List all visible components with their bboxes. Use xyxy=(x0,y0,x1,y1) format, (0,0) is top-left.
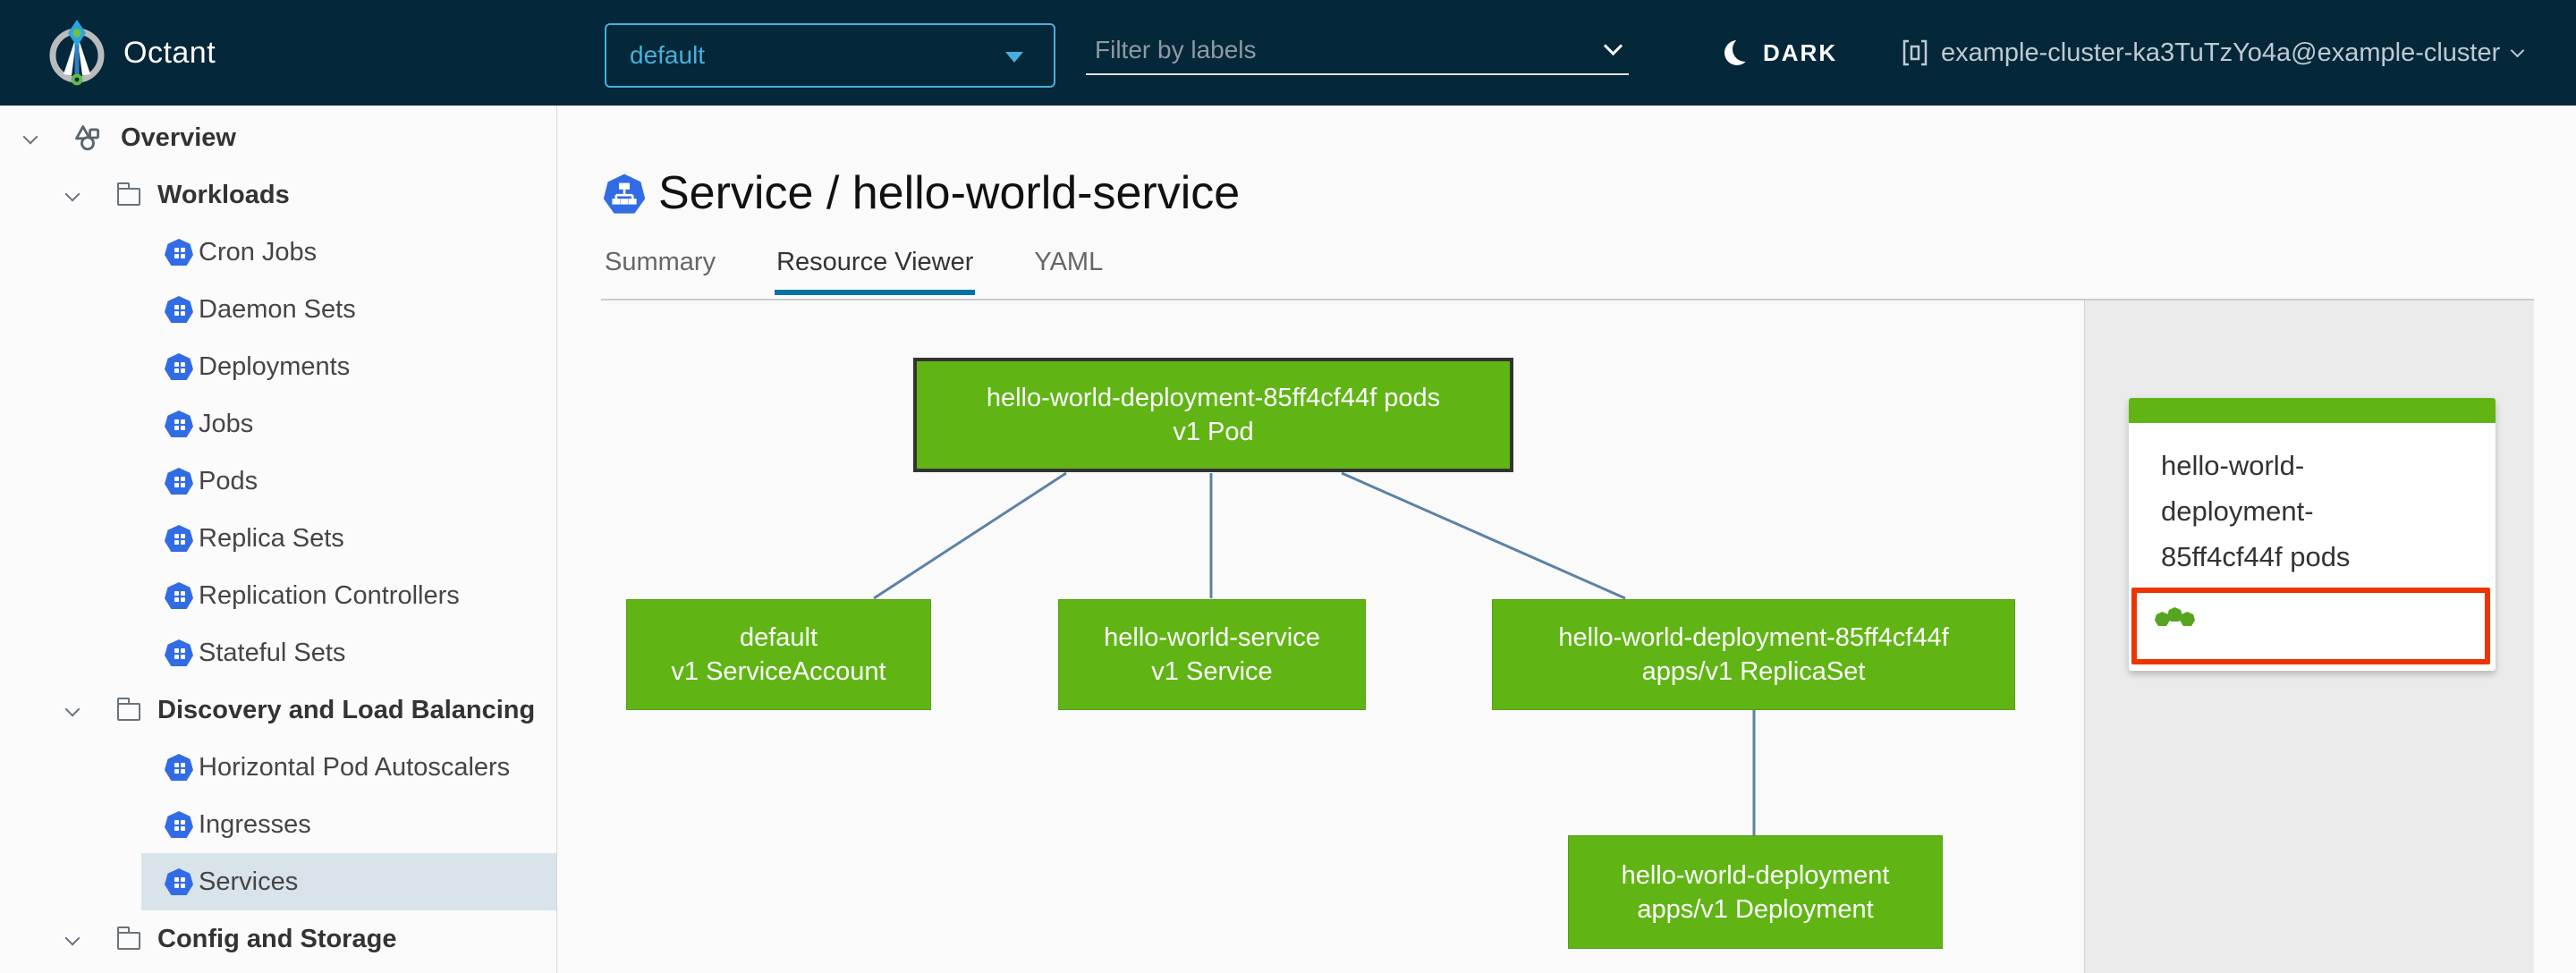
replicasets-icon xyxy=(165,525,193,552)
sidebar-item-discovery-and-load-balancing[interactable]: Discovery and Load Balancing xyxy=(0,681,556,739)
dropdown-caret-icon xyxy=(1005,52,1023,63)
sidebar-item-label: Stateful Sets xyxy=(199,638,346,667)
namespace-dropdown[interactable]: default xyxy=(605,23,1055,88)
minimap-card-title: hello-world-deployment-85ff4cf44f pods xyxy=(2161,450,2351,572)
sidebar-item-label: Workloads xyxy=(157,180,290,209)
sidebar-item-label: Discovery and Load Balancing xyxy=(157,695,536,724)
node-label-line1: hello-world-deployment-85ff4cf44f xyxy=(1558,623,1949,652)
app-title: Octant xyxy=(123,36,216,70)
graph-node-serviceaccount[interactable]: default v1 ServiceAccount xyxy=(626,599,931,710)
chevron-down-icon[interactable] xyxy=(64,930,81,948)
chevron-down-icon xyxy=(2511,43,2525,57)
services-icon xyxy=(165,868,193,895)
node-label-line1: hello-world-deployment xyxy=(1621,860,1890,890)
service-icon xyxy=(603,173,646,214)
sidebar-item-label: Jobs xyxy=(199,409,254,438)
page-title: Service / hello-world-service xyxy=(658,167,1241,219)
sidebar-item-config-and-storage[interactable]: Config and Storage xyxy=(0,910,556,968)
tab-divider xyxy=(601,299,2534,300)
sidebar-item-overview[interactable]: Overview xyxy=(0,109,556,166)
node-label-line1: default xyxy=(739,623,818,652)
horizontalpodautoscalers-icon xyxy=(165,754,193,781)
graph-overview-panel: hello-world-deployment-85ff4cf44f pods xyxy=(2084,300,2534,973)
resource-tabs: Summary Resource Viewer YAML xyxy=(605,248,1162,295)
node-label-line2: v1 Pod xyxy=(1173,418,1254,446)
graph-node-deployment[interactable]: hello-world-deployment apps/v1 Deploymen… xyxy=(1568,835,1943,949)
resource-viewer-graph: hello-world-deployment-85ff4cf44f pods v… xyxy=(557,300,2084,973)
octant-logo-icon xyxy=(49,20,105,86)
daemonsets-icon xyxy=(165,296,193,323)
sidebar-item-label: Pods xyxy=(199,466,258,495)
pod-status-dot-icon xyxy=(2155,612,2170,626)
sidebar-item-label: Config and Storage xyxy=(157,924,397,953)
theme-toggle[interactable]: DARK xyxy=(1724,0,1837,106)
minimap-card-status-bar xyxy=(2129,398,2496,423)
sidebar-item-label: Cron Jobs xyxy=(199,237,318,267)
chevron-down-icon[interactable] xyxy=(21,129,39,147)
sidebar-item-jobs[interactable]: Jobs xyxy=(0,395,556,453)
minimap-selection-highlight xyxy=(2131,588,2490,664)
chevron-down-icon[interactable] xyxy=(1603,36,1623,56)
sidebar-item-label: Deployments xyxy=(199,351,351,381)
jobs-icon xyxy=(165,410,193,437)
tab-summary[interactable]: Summary xyxy=(605,248,716,295)
sidebar-item-pods[interactable]: Pods xyxy=(0,453,556,510)
cronjobs-icon xyxy=(165,239,193,266)
chevron-down-icon[interactable] xyxy=(64,701,81,719)
chevron-down-icon[interactable] xyxy=(64,186,81,204)
replicationcontrollers-icon xyxy=(165,582,193,609)
cluster-icon xyxy=(1902,39,1928,66)
sidebar-item-label: Ingresses xyxy=(199,809,311,839)
sidebar-item-deployments[interactable]: Deployments xyxy=(0,338,556,395)
sidebar-item-label: Replica Sets xyxy=(199,523,344,553)
sidebar-item-replication-controllers[interactable]: Replication Controllers xyxy=(0,567,556,624)
tab-yaml[interactable]: YAML xyxy=(1034,248,1103,295)
cluster-context-label: example-cluster-ka3TuTzYo4a@example-clus… xyxy=(1941,38,2501,67)
node-label-line2: v1 Service xyxy=(1151,657,1273,686)
sidebar-navigation: Overview Workloads Cron Jobs Daemon Sets… xyxy=(0,106,557,973)
theme-toggle-label: DARK xyxy=(1763,38,1838,66)
sidebar-item-daemon-sets[interactable]: Daemon Sets xyxy=(0,281,556,338)
node-label-line2: apps/v1 Deployment xyxy=(1637,894,1874,924)
pods-icon xyxy=(165,468,193,495)
tab-resource-viewer[interactable]: Resource Viewer xyxy=(775,248,976,295)
node-label-line1: hello-world-service xyxy=(1104,623,1320,652)
folder-icon xyxy=(116,926,140,950)
sidebar-item-label: Overview xyxy=(121,123,236,152)
namespace-dropdown-value: default xyxy=(630,41,706,69)
folder-icon xyxy=(116,697,140,721)
ingresses-icon xyxy=(165,811,193,838)
sidebar-item-label: Replication Controllers xyxy=(199,580,460,610)
deployments-icon xyxy=(165,353,193,380)
sidebar-item-stateful-sets[interactable]: Stateful Sets xyxy=(0,624,556,681)
applications-icon xyxy=(75,125,100,151)
sidebar-item-workloads[interactable]: Workloads xyxy=(0,166,556,224)
sidebar-item-cron-jobs[interactable]: Cron Jobs xyxy=(0,224,556,281)
label-filter xyxy=(1086,29,1629,75)
cluster-context-selector[interactable]: example-cluster-ka3TuTzYo4a@example-clus… xyxy=(1902,0,2525,106)
node-label-line1: hello-world-deployment-85ff4cf44f pods xyxy=(986,384,1441,412)
graph-node-replicaset[interactable]: hello-world-deployment-85ff4cf44f apps/v… xyxy=(1492,599,2015,710)
moon-icon xyxy=(1724,40,1750,65)
sidebar-item-label: Daemon Sets xyxy=(199,294,356,324)
pod-status-dot-icon xyxy=(2180,612,2195,626)
node-label-line2: v1 ServiceAccount xyxy=(671,657,886,686)
node-label-line2: apps/v1 ReplicaSet xyxy=(1641,657,1866,686)
sidebar-item-label: Services xyxy=(199,867,299,896)
minimap-node-card[interactable]: hello-world-deployment-85ff4cf44f pods xyxy=(2129,398,2496,671)
label-filter-input[interactable] xyxy=(1086,29,1587,72)
sidebar-item-replica-sets[interactable]: Replica Sets xyxy=(0,510,556,567)
graph-node-pod[interactable]: hello-world-deployment-85ff4cf44f pods v… xyxy=(913,358,1513,472)
statefulsets-icon xyxy=(165,639,193,666)
sidebar-item-ingresses[interactable]: Ingresses xyxy=(0,796,556,853)
sidebar-item-label: Horizontal Pod Autoscalers xyxy=(199,752,511,782)
folder-icon xyxy=(116,182,140,206)
sidebar-item-services[interactable]: Services xyxy=(0,853,556,910)
sidebar-item-horizontal-pod-autoscalers[interactable]: Horizontal Pod Autoscalers xyxy=(0,739,556,796)
octant-app: Octant default DARK example-cluster-ka3T… xyxy=(0,0,2576,973)
graph-node-service[interactable]: hello-world-service v1 Service xyxy=(1058,599,1366,710)
app-header: Octant default DARK example-cluster-ka3T… xyxy=(0,0,2576,106)
